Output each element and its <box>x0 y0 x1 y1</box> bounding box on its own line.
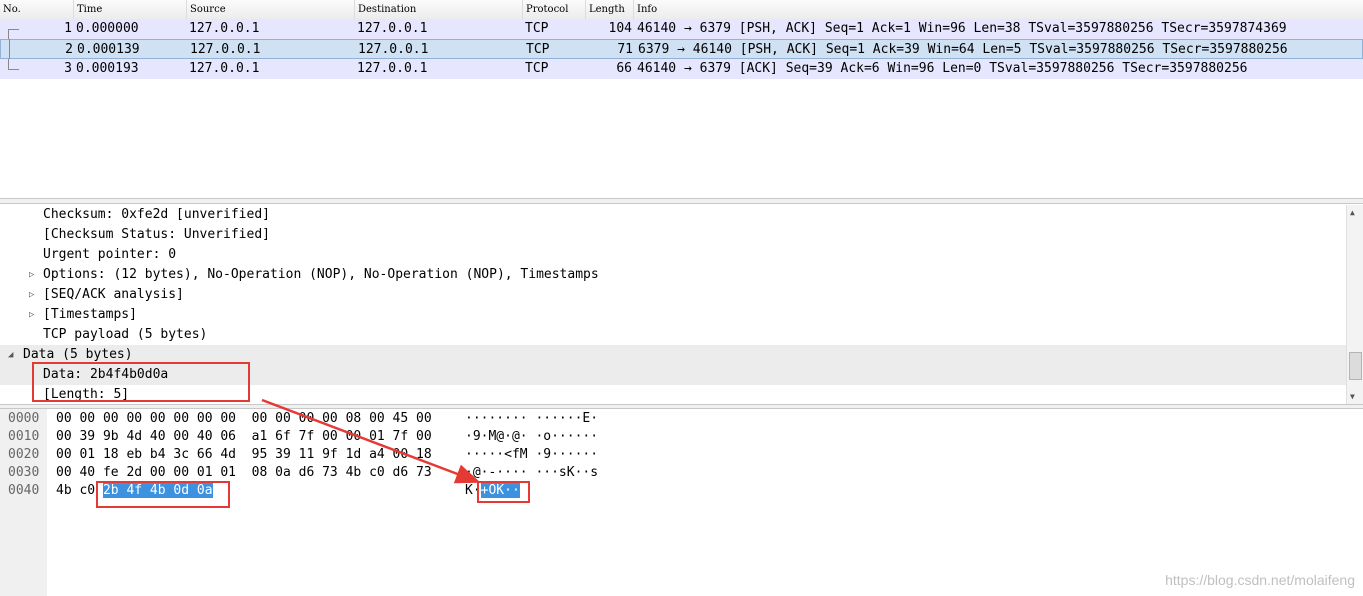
packet-source: 127.0.0.1 <box>190 42 261 57</box>
packet-no: 3 <box>64 61 72 76</box>
packet-info: 46140 → 6379 [PSH, ACK] Seq=1 Ack=1 Win=… <box>637 21 1287 36</box>
detail-row-data[interactable]: ◢ Data (5 bytes) <box>0 345 1346 365</box>
byte-offset: 0010 <box>8 429 40 444</box>
packet-row[interactable]: 3 0.000193 127.0.0.1 127.0.0.1 TCP 66 46… <box>0 59 1363 79</box>
detail-row-seq-ack-analysis[interactable]: ▷ [SEQ/ACK analysis] <box>0 285 1346 305</box>
packet-time: 0.000000 <box>76 21 139 36</box>
packet-length: 66 <box>616 61 632 76</box>
ascii-bytes[interactable]: K·+OK·· <box>465 482 520 500</box>
column-header-destination[interactable]: Destination <box>355 0 523 19</box>
watermark: https://blog.csdn.net/molaifeng <box>1165 572 1355 588</box>
ascii-bytes-plain: K· <box>465 483 481 498</box>
detail-text: [Checksum Status: Unverified] <box>43 227 270 242</box>
detail-text: [SEQ/ACK analysis] <box>43 287 184 302</box>
hex-bytes[interactable]: 4b c0 2b 4f 4b 0d 0a <box>56 482 213 500</box>
detail-text: [Length: 5] <box>43 387 130 402</box>
byte-offset: 0030 <box>8 465 40 480</box>
packet-row-selected[interactable]: 2 0.000139 127.0.0.1 127.0.0.1 TCP 71 63… <box>0 39 1363 59</box>
detail-row-tcp-payload[interactable]: TCP payload (5 bytes) <box>0 325 1346 345</box>
detail-row-urgent-pointer[interactable]: Urgent pointer: 0 <box>0 245 1346 265</box>
packet-bytes-pane[interactable]: 0000 00 00 00 00 00 00 00 00 00 00 00 00… <box>0 409 1363 596</box>
packet-protocol: TCP <box>525 61 549 76</box>
ascii-bytes[interactable]: ·····<fM ·9······ <box>465 446 598 464</box>
packet-row[interactable]: 1 0.000000 127.0.0.1 127.0.0.1 TCP 104 4… <box>0 19 1363 40</box>
byte-offset: 0040 <box>8 483 40 498</box>
detail-row-data-value[interactable]: Data: 2b4f4b0d0a <box>0 365 1346 385</box>
collapse-arrow-icon[interactable]: ◢ <box>8 345 13 365</box>
hex-bytes-selected: 2b 4f 4b 0d 0a <box>102 483 213 498</box>
conversation-line <box>8 59 19 70</box>
detail-row-checksum-status[interactable]: [Checksum Status: Unverified] <box>0 225 1346 245</box>
packet-time: 0.000193 <box>76 61 139 76</box>
conversation-line <box>9 39 20 59</box>
packet-no: 2 <box>65 42 73 57</box>
packet-info: 46140 → 6379 [ACK] Seq=39 Ack=6 Win=96 L… <box>637 61 1248 76</box>
byte-offset: 0000 <box>8 411 40 426</box>
packet-destination: 127.0.0.1 <box>358 42 429 57</box>
packet-protocol: TCP <box>525 21 549 36</box>
packet-source: 127.0.0.1 <box>189 21 260 36</box>
packet-length: 104 <box>608 21 632 36</box>
hex-bytes[interactable]: 00 00 00 00 00 00 00 00 00 00 00 00 08 0… <box>56 410 432 428</box>
detail-row-length[interactable]: [Length: 5] <box>0 385 1346 404</box>
column-header-time[interactable]: Time <box>74 0 187 19</box>
pane-splitter[interactable] <box>0 198 1363 204</box>
scroll-up-icon[interactable]: ▲ <box>1350 208 1355 217</box>
column-header-no[interactable]: No. <box>0 0 74 19</box>
packet-list[interactable]: No. Time Source Destination Protocol Len… <box>0 0 1363 198</box>
details-scrollbar[interactable]: ▲ ▼ <box>1346 205 1363 404</box>
detail-row-checksum[interactable]: Checksum: 0xfe2d [unverified] <box>0 205 1346 225</box>
packet-time: 0.000139 <box>77 42 140 57</box>
column-header-info[interactable]: Info <box>634 0 1363 19</box>
scroll-down-icon[interactable]: ▼ <box>1350 392 1355 401</box>
column-header-protocol[interactable]: Protocol <box>523 0 586 19</box>
expand-arrow-icon[interactable]: ▷ <box>29 285 34 305</box>
detail-row-options[interactable]: ▷ Options: (12 bytes), No-Operation (NOP… <box>0 265 1346 285</box>
hex-bytes[interactable]: 00 01 18 eb b4 3c 66 4d 95 39 11 9f 1d a… <box>56 446 432 464</box>
ascii-bytes[interactable]: ········ ······E· <box>465 410 598 428</box>
hex-bytes-plain: 4b c0 <box>56 483 103 498</box>
expand-arrow-icon[interactable]: ▷ <box>29 305 34 325</box>
detail-text: TCP payload (5 bytes) <box>43 327 208 342</box>
detail-text: Data (5 bytes) <box>23 347 133 362</box>
byte-offset: 0020 <box>8 447 40 462</box>
detail-row-timestamps[interactable]: ▷ [Timestamps] <box>0 305 1346 325</box>
hex-bytes[interactable]: 00 39 9b 4d 40 00 40 06 a1 6f 7f 00 00 0… <box>56 428 432 446</box>
expand-arrow-icon[interactable]: ▷ <box>29 265 34 285</box>
column-header-source[interactable]: Source <box>187 0 355 19</box>
ascii-bytes-selected: +OK·· <box>480 483 520 498</box>
packet-length: 71 <box>617 42 633 57</box>
ascii-bytes[interactable]: ·@·-···· ···sK··s <box>465 464 598 482</box>
packet-protocol: TCP <box>526 42 550 57</box>
column-header-length[interactable]: Length <box>586 0 634 19</box>
ascii-bytes[interactable]: ·9·M@·@· ·o······ <box>465 428 598 446</box>
packet-details-pane[interactable]: Checksum: 0xfe2d [unverified] [Checksum … <box>0 205 1363 404</box>
detail-text: [Timestamps] <box>43 307 137 322</box>
packet-destination: 127.0.0.1 <box>357 21 428 36</box>
hex-bytes[interactable]: 00 40 fe 2d 00 00 01 01 08 0a d6 73 4b c… <box>56 464 432 482</box>
detail-text: Options: (12 bytes), No-Operation (NOP),… <box>43 267 599 282</box>
packet-no: 1 <box>64 21 72 36</box>
packet-info: 6379 → 46140 [PSH, ACK] Seq=1 Ack=39 Win… <box>638 42 1288 57</box>
detail-text: Checksum: 0xfe2d [unverified] <box>43 207 270 222</box>
detail-text: Data: 2b4f4b0d0a <box>43 367 169 382</box>
detail-text: Urgent pointer: 0 <box>43 247 177 262</box>
packet-source: 127.0.0.1 <box>189 61 260 76</box>
packet-destination: 127.0.0.1 <box>357 61 428 76</box>
scrollbar-thumb[interactable] <box>1349 352 1362 380</box>
packet-list-header: No. Time Source Destination Protocol Len… <box>0 0 1363 20</box>
